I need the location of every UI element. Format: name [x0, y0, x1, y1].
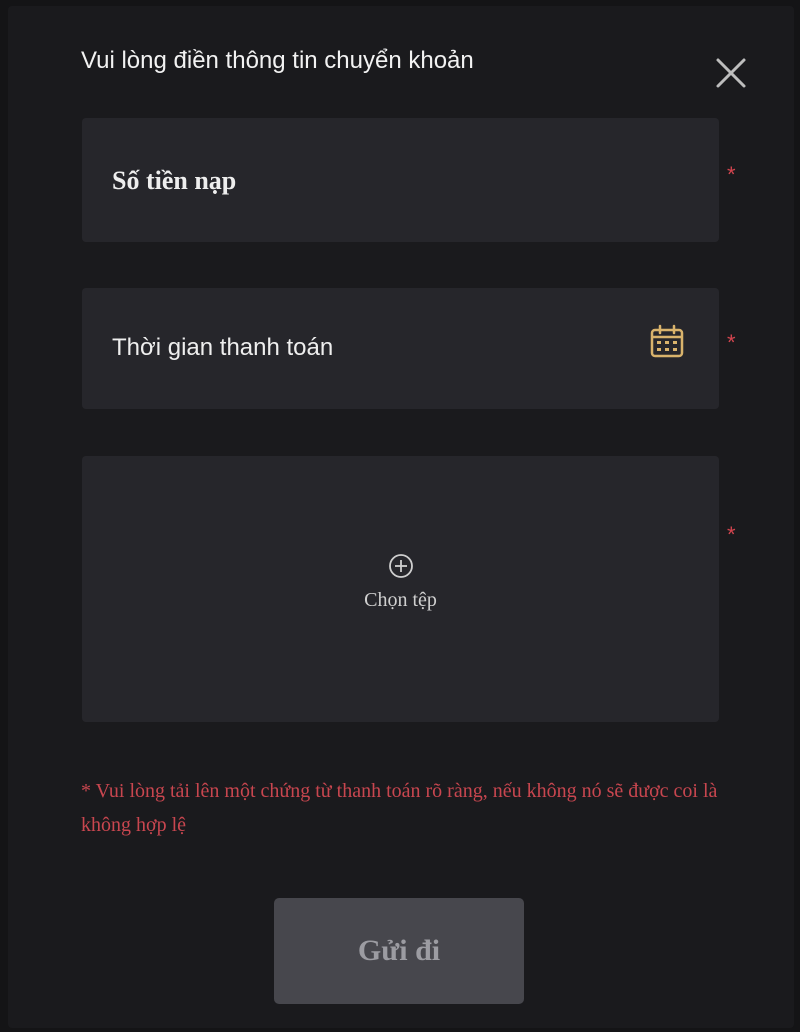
upload-required-mark: * — [727, 522, 736, 547]
payment-time-field[interactable]: Thời gian thanh toán — [82, 288, 719, 409]
amount-placeholder: Số tiền nạp — [112, 166, 237, 195]
dialog-title: Vui lòng điền thông tin chuyển khoản — [81, 47, 474, 74]
amount-required-mark: * — [727, 162, 736, 187]
upload-prompt: Chọn tệp — [82, 552, 719, 612]
file-upload-area[interactable]: Chọn tệp — [82, 456, 719, 722]
warning-message: * Vui lòng tải lên một chứng từ thanh to… — [81, 780, 718, 836]
choose-file-label: Chọn tệp — [364, 589, 437, 611]
submit-button[interactable]: Gửi đi — [274, 898, 524, 1004]
payment-time-placeholder: Thời gian thanh toán — [112, 334, 334, 361]
close-icon[interactable] — [706, 48, 756, 98]
plus-circle-icon — [387, 552, 415, 580]
amount-field[interactable]: Số tiền nạp — [82, 118, 719, 242]
calendar-icon[interactable] — [649, 324, 685, 360]
payment-time-required-mark: * — [727, 330, 736, 355]
transfer-info-dialog: Vui lòng điền thông tin chuyển khoản Số … — [8, 6, 794, 1028]
